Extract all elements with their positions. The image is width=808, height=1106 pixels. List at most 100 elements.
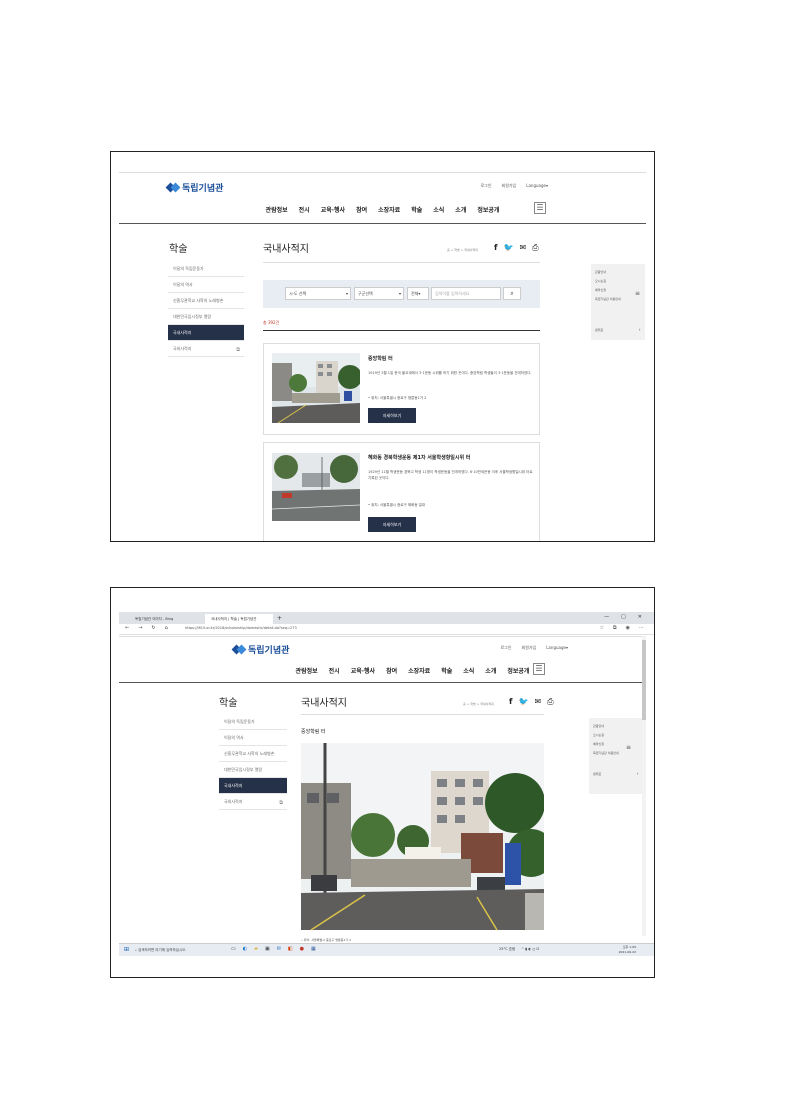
gnb-item[interactable]: 소식 — [433, 205, 444, 214]
weather-status[interactable]: 25°C 흐림 — [499, 947, 515, 952]
browser-tab-active[interactable]: 국내사적지 | 학술 | 독립기념관 — [205, 614, 273, 624]
hamburger-icon[interactable]: ≡ — [635, 290, 640, 297]
side-nav-item[interactable]: 이달의 독립운동가 — [219, 714, 287, 730]
edge-icon[interactable]: ◐ — [243, 946, 247, 952]
hamburger-icon[interactable]: ☰ — [534, 202, 546, 214]
site-logo[interactable]: 독립기념관 — [233, 643, 289, 656]
quick-menu-item[interactable]: 관람안내 — [595, 268, 641, 277]
tray-icons[interactable]: ^ ▮ ◐ ◻ ⊡ — [521, 947, 539, 952]
minimize-icon[interactable]: — — [604, 614, 609, 620]
refresh-icon[interactable]: ↻ — [151, 625, 155, 631]
gnb-item[interactable]: 관람정보 — [296, 666, 318, 675]
quick-menu-item[interactable]: 관람안내 — [593, 722, 639, 731]
site-logo[interactable]: 독립기념관 — [167, 181, 223, 194]
side-nav-item-active[interactable]: 국내사적지 — [219, 778, 287, 794]
sido-select[interactable]: 시·도 선택 ▾ — [285, 287, 351, 300]
quick-menu-item[interactable]: 오시는길 — [595, 277, 641, 286]
facebook-icon[interactable]: f — [509, 697, 512, 707]
gnb-item[interactable]: 정보공개 — [507, 666, 529, 675]
folder-icon[interactable]: ▰ — [254, 946, 258, 952]
signup-link[interactable]: 회원가입 — [502, 183, 517, 189]
result-title[interactable]: 중앙학림 터 — [368, 355, 393, 362]
app-icon[interactable]: ● — [300, 946, 304, 952]
side-nav-item[interactable]: 신흥무관학교 사학의 노래병촌 — [219, 746, 287, 762]
side-nav-item[interactable]: 신흥무관학교 사학의 노래병촌 — [168, 293, 244, 309]
twitter-icon[interactable]: 🐦 — [518, 697, 528, 707]
hamburger-icon[interactable]: ≡ — [626, 744, 631, 751]
mail-icon[interactable]: ✉ — [519, 243, 526, 253]
collections-icon[interactable]: ⧉ — [613, 625, 617, 631]
task-view-icon[interactable]: ▭ — [231, 946, 236, 952]
detail-button[interactable]: 자세히보기 — [368, 517, 416, 532]
gnb-item[interactable]: 소개 — [455, 205, 466, 214]
close-icon[interactable]: ✕ — [638, 614, 642, 620]
gnb-item[interactable]: 전시 — [329, 666, 340, 675]
gnb-item[interactable]: 소장자료 — [378, 205, 400, 214]
star-icon[interactable]: ☆ — [600, 625, 604, 631]
gugun-select[interactable]: 구군선택 ▾ — [354, 287, 404, 300]
print-icon[interactable]: ⎙ — [547, 697, 553, 707]
result-thumbnail[interactable] — [272, 353, 360, 423]
search-input[interactable]: 검색어를 입력하세요 — [431, 287, 501, 300]
store-icon[interactable]: ▣ — [265, 946, 270, 952]
url-field[interactable]: https://i815.or.kr/2018/scholarship/dome… — [185, 626, 297, 630]
gnb-item[interactable]: 교육·행사 — [351, 666, 375, 675]
quick-menu-item[interactable]: 예약신청 — [593, 740, 639, 749]
gnb-item[interactable]: 관람정보 — [266, 205, 288, 214]
side-nav-item[interactable]: 대한민국임시정부 열람 — [219, 762, 287, 778]
side-nav-item[interactable]: 이달의 역사 — [168, 277, 244, 293]
gnb-item[interactable]: 전시 — [299, 205, 310, 214]
windows-start-icon[interactable]: ⊞ — [124, 946, 129, 953]
login-link[interactable]: 로그인 — [500, 645, 511, 651]
back-icon[interactable]: ← — [125, 625, 129, 631]
side-nav-item[interactable]: 국외사적지 ⧉ — [219, 794, 287, 810]
office-icon[interactable]: ◧ — [288, 946, 293, 952]
hamburger-icon[interactable]: ☰ — [533, 663, 545, 675]
gnb-item[interactable]: 소개 — [485, 666, 496, 675]
taskbar-search[interactable]: ⌕ 검색하려면 여기에 입력하십시오. — [135, 946, 225, 955]
gnb-item[interactable]: 정보공개 — [477, 205, 499, 214]
gnb-item[interactable]: 학술 — [411, 205, 422, 214]
home-icon[interactable]: ⌂ — [165, 625, 168, 631]
gnb-item[interactable]: 교육·행사 — [321, 205, 345, 214]
facebook-icon[interactable]: f — [494, 243, 497, 253]
quick-menu-item[interactable]: 오시는길 — [593, 731, 639, 740]
forward-icon[interactable]: → — [138, 625, 142, 631]
clock[interactable]: 오후 1:09 2021-06-22 — [619, 945, 636, 955]
mail-icon[interactable]: ✉ — [534, 697, 541, 707]
new-tab-icon[interactable]: + — [275, 614, 285, 624]
detail-button[interactable]: 자세히보기 — [368, 408, 416, 423]
gnb-item[interactable]: 소식 — [463, 666, 474, 675]
more-icon[interactable]: ⋯ — [639, 625, 644, 631]
result-title[interactable]: 혜화동 경북학생운동 제1차 서울학생항일시위 터 — [368, 454, 470, 461]
gnb-item[interactable]: 참여 — [356, 205, 367, 214]
side-nav-item[interactable]: 이달의 역사 — [219, 730, 287, 746]
side-nav-item-active[interactable]: 국내사적지 — [168, 325, 244, 341]
back-to-top[interactable]: 맨위로 ↑ — [589, 768, 643, 782]
quick-menu-item[interactable]: 독립기념관 이용안내 — [593, 749, 639, 758]
mail-app-icon[interactable]: ✉ — [277, 946, 281, 952]
print-icon[interactable]: ⎙ — [532, 243, 538, 253]
scrollbar[interactable] — [642, 636, 646, 936]
language-select[interactable]: Language▾ — [526, 183, 548, 189]
browser-tab[interactable]: 독립기념관 이미지 - Bing — [129, 614, 203, 624]
scope-select[interactable]: 전체▾ — [407, 287, 429, 300]
result-thumbnail[interactable] — [272, 453, 360, 521]
search-icon[interactable]: ⌕ — [503, 287, 521, 300]
maximize-icon[interactable]: □ — [621, 614, 626, 620]
gnb-item[interactable]: 소장자료 — [408, 666, 430, 675]
app-icon[interactable]: ▦ — [311, 946, 316, 952]
twitter-icon[interactable]: 🐦 — [503, 243, 513, 253]
scrollbar-thumb[interactable] — [642, 640, 646, 720]
side-nav-item[interactable]: 국외사적지 ⧉ — [168, 341, 244, 357]
side-nav-item[interactable]: 대한민국임시정부 열람 — [168, 309, 244, 325]
result-location: • 위치: 서울특별시 종로구 명륜동1가 2 — [368, 396, 427, 400]
side-nav-item[interactable]: 이달의 독립운동가 — [168, 261, 244, 277]
gnb-item[interactable]: 학술 — [441, 666, 452, 675]
gnb-item[interactable]: 참여 — [386, 666, 397, 675]
signup-link[interactable]: 회원가입 — [522, 645, 537, 651]
back-to-top[interactable]: 맨위로 ↑ — [591, 324, 645, 338]
login-link[interactable]: 로그인 — [480, 183, 491, 189]
profile-icon[interactable]: ◉ — [626, 625, 630, 631]
language-select[interactable]: Language▾ — [546, 645, 568, 651]
